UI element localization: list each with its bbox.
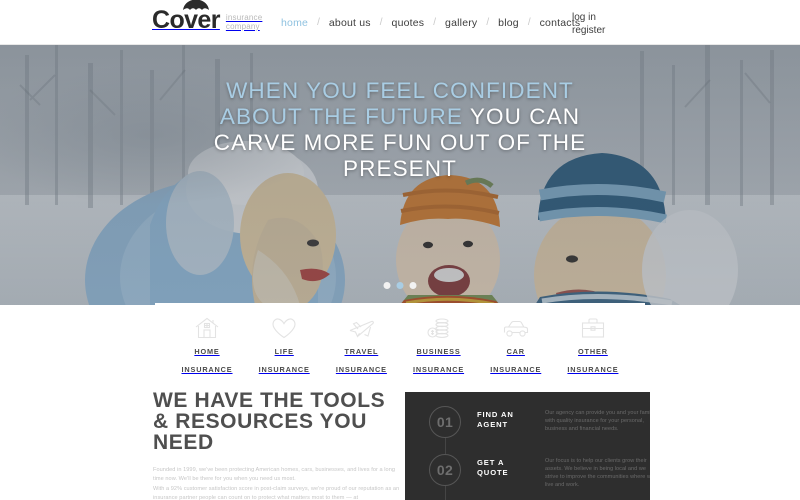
main-navigation: home / about us / quotes / gallery / blo… [272,0,589,45]
service-car-insurance[interactable]: CAR INSURANCE [478,315,554,377]
logo-tagline-line1: insurance [225,13,263,22]
about-paragraph-2: With a 92% customer satisfaction score i… [153,486,400,500]
service-label: CAR INSURANCE [490,347,541,374]
step-item-get-a-quote[interactable]: 02 GET A QUOTE Our focus is to help our … [429,454,650,489]
service-business-insurance[interactable]: BUSINESS INSURANCE [401,315,477,377]
step-item-find-an-agent[interactable]: 01 FIND AN AGENT Our agency can provide … [429,406,650,438]
about-column: WE HAVE THE TOOLS & RESOURCES YOU NEED F… [153,390,401,500]
service-other-insurance[interactable]: OTHER INSURANCE [555,315,631,377]
nav-item-gallery[interactable]: gallery [436,17,486,29]
step-number-badge: 01 [429,406,461,438]
service-label-line1: CAR [506,347,525,356]
slider-dot-1[interactable] [383,282,391,289]
logo-tagline: insurance company [226,13,263,31]
service-label-line1: TRAVEL [344,347,379,356]
nav-item-home[interactable]: home [272,17,317,29]
service-label-line1: OTHER [578,347,608,356]
login-link[interactable]: log in [572,11,605,24]
hero-slider: WHEN YOU FEEL CONFIDENT ABOUT THE FUTURE… [0,45,800,305]
page-root: Cover insurance company home / about us … [0,0,800,500]
service-life-insurance[interactable]: LIFE INSURANCE [246,315,322,377]
services-bar: HOME INSURANCE LIFE INSURANCE TRAVEL INS… [155,303,645,375]
about-paragraph-1: Founded in 1999, we've been protecting A… [153,467,396,482]
service-label-line1: HOME [194,347,220,356]
service-label: LIFE INSURANCE [259,347,310,374]
site-logo[interactable]: Cover insurance company [152,0,263,33]
logo-mark: Cover [152,0,220,33]
step-title-line2: QUOTE [477,468,509,477]
house-icon [169,315,245,341]
step-title: FIND AN AGENT [477,410,535,430]
car-icon [478,315,554,341]
service-label-line2: INSURANCE [413,365,465,374]
nav-item-quotes[interactable]: quotes [383,17,434,29]
service-label: TRAVEL INSURANCE [336,347,387,374]
step-title: GET A QUOTE [477,458,535,478]
service-label: OTHER INSURANCE [567,347,618,374]
about-heading: WE HAVE THE TOOLS & RESOURCES YOU NEED [153,389,386,454]
service-label: BUSINESS INSURANCE [413,347,464,374]
service-label-line2: INSURANCE [490,365,542,374]
coins-icon [401,315,477,341]
site-header: Cover insurance company home / about us … [0,0,800,45]
slider-dots [383,282,417,289]
nav-item-about-us[interactable]: about us [320,17,380,29]
lower-section: WE HAVE THE TOOLS & RESOURCES YOU NEED F… [0,375,800,500]
service-label-line1: BUSINESS [416,347,461,356]
step-title-line1: GET A [477,458,505,467]
service-label-line2: INSURANCE [335,365,387,374]
umbrella-icon [181,0,211,13]
service-label-line2: INSURANCE [181,365,233,374]
slider-dot-3[interactable] [409,282,417,289]
service-label: HOME INSURANCE [181,347,232,374]
step-title-line2: AGENT [477,420,509,429]
logo-tagline-line2: company [225,22,260,31]
service-label-line1: LIFE [274,347,294,356]
airplane-icon [323,315,399,341]
step-description: Our focus is to help our clients grow th… [545,458,650,488]
service-label-line2: INSURANCE [567,365,619,374]
briefcase-icon [555,315,631,341]
hero-headline: WHEN YOU FEEL CONFIDENT ABOUT THE FUTURE… [185,78,615,182]
step-number-badge: 02 [429,454,461,486]
step-description: Our agency can provide you and your fami… [545,410,650,432]
about-body: Founded in 1999, we've been protecting A… [153,466,401,500]
steps-panel: 01 FIND AN AGENT Our agency can provide … [405,392,650,500]
nav-item-blog[interactable]: blog [489,17,528,29]
service-home-insurance[interactable]: HOME INSURANCE [169,315,245,377]
step-title-line1: FIND AN [477,410,514,419]
service-travel-insurance[interactable]: TRAVEL INSURANCE [323,315,399,377]
service-label-line2: INSURANCE [258,365,310,374]
heart-icon [246,315,322,341]
slider-dot-2[interactable] [396,282,404,289]
auth-links: log in register [572,11,605,37]
register-link[interactable]: register [572,24,605,37]
